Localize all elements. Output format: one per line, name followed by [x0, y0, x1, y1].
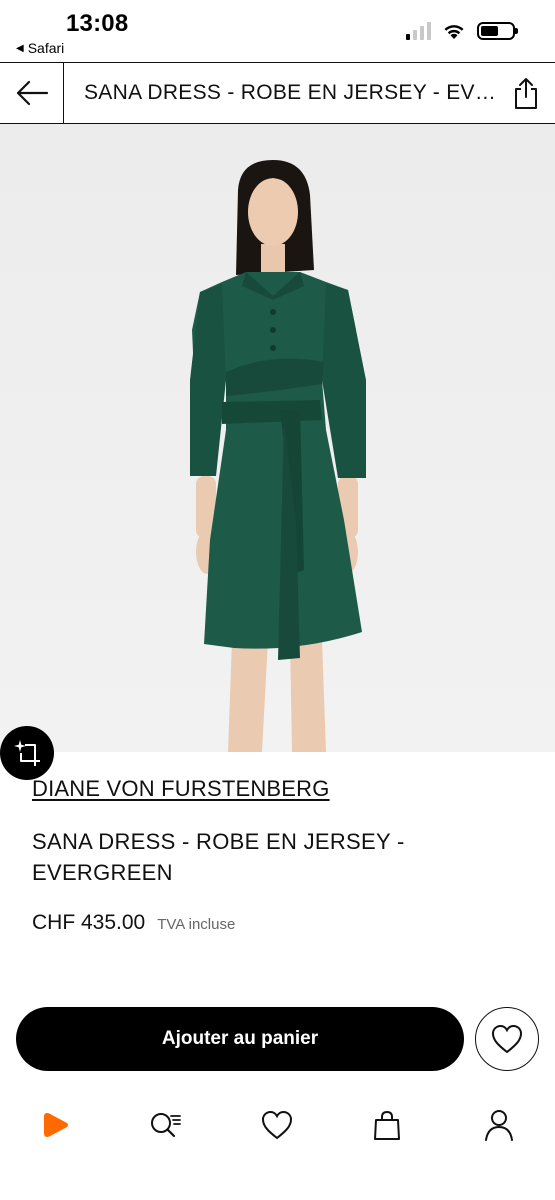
tab-bag[interactable] — [365, 1100, 409, 1150]
product-photo — [0, 124, 555, 752]
tab-wishlist[interactable] — [255, 1100, 299, 1150]
signal-icon — [406, 22, 431, 40]
visual-search-button[interactable] — [0, 726, 54, 780]
price-row: CHF 435.00 TVA incluse — [32, 911, 235, 935]
back-triangle-icon: ◀ — [16, 42, 24, 54]
status-icons — [406, 22, 518, 40]
battery-icon — [477, 22, 518, 40]
back-app-label: Safari — [27, 40, 65, 56]
product-price: CHF 435.00 — [32, 911, 146, 934]
add-to-cart-button[interactable]: Ajouter au panier — [16, 1007, 464, 1071]
vat-note: TVA incluse — [157, 916, 236, 933]
share-button[interactable] — [497, 63, 555, 123]
back-to-safari-link[interactable]: ◀ Safari — [16, 40, 64, 56]
page-title: SANA DRESS - ROBE EN JERSEY - EVERGREEN — [84, 81, 497, 104]
status-time: 13:08 — [66, 10, 129, 37]
arrow-left-icon — [16, 80, 48, 106]
product-image[interactable] — [0, 124, 555, 752]
zalando-play-logo-icon — [44, 1113, 68, 1137]
person-icon — [485, 1110, 513, 1141]
shopping-bag-icon — [374, 1110, 400, 1140]
bottom-tab-bar — [0, 1100, 555, 1160]
back-button[interactable] — [0, 63, 64, 123]
tab-search[interactable] — [144, 1100, 188, 1150]
product-name: SANA DRESS - ROBE EN JERSEY - EVERGREEN — [32, 829, 405, 885]
wishlist-button[interactable] — [475, 1007, 539, 1071]
wifi-icon — [444, 24, 464, 39]
status-bar: 13:08 ◀ Safari — [0, 0, 555, 62]
tab-profile[interactable] — [477, 1100, 521, 1150]
heart-icon — [261, 1110, 293, 1140]
tab-home[interactable] — [34, 1100, 78, 1150]
share-icon — [515, 78, 537, 109]
nav-header: SANA DRESS - ROBE EN JERSEY - EVERGREEN — [0, 62, 555, 124]
search-list-icon — [151, 1113, 181, 1138]
brand-link[interactable]: DIANE VON FURSTENBERG — [32, 776, 330, 802]
heart-icon — [491, 1024, 523, 1054]
sparkle-crop-icon — [14, 740, 40, 766]
